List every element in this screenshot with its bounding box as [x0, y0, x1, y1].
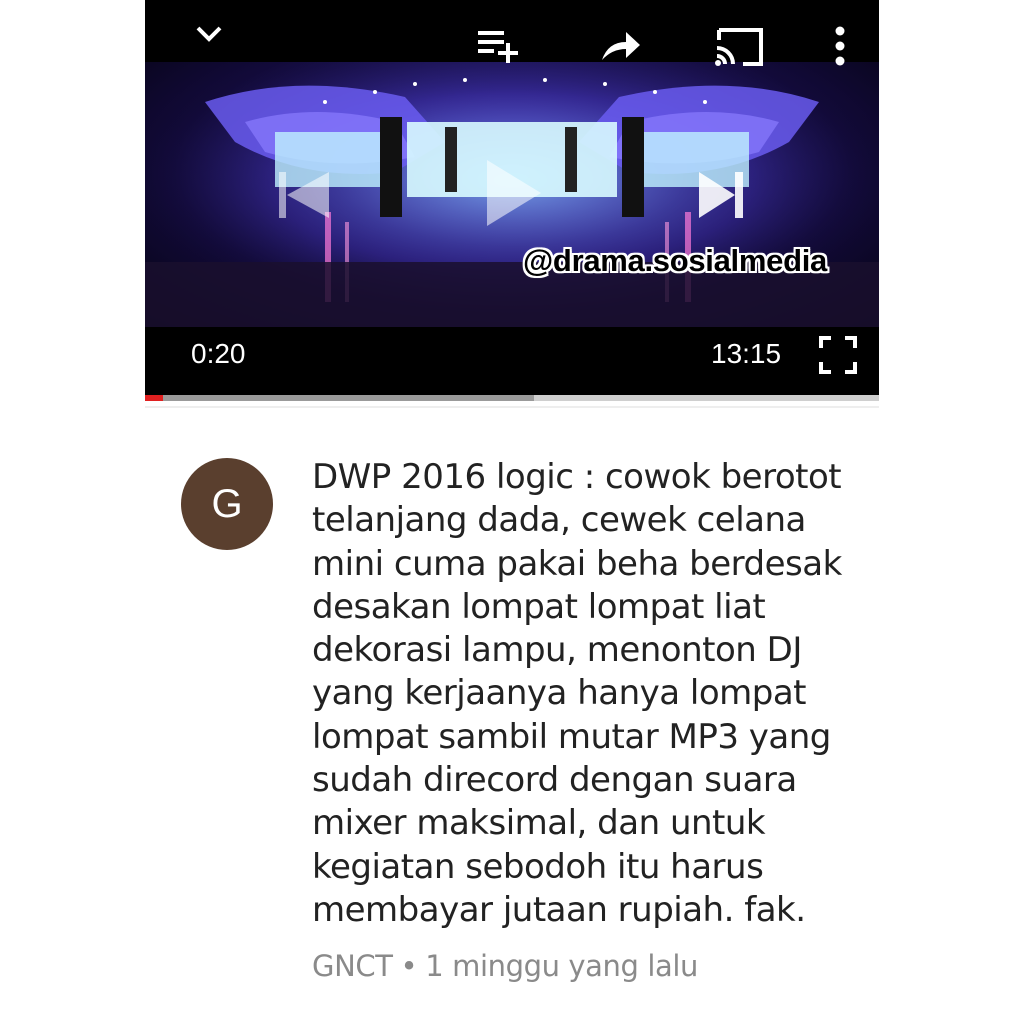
comment-line: lompat sambil mutar MP3 yang: [312, 716, 831, 757]
comment-author[interactable]: GNCT: [312, 949, 393, 983]
comment-line: sudah direcord dengan suara: [312, 760, 797, 801]
divider: [145, 406, 879, 408]
comment-line: mixer maksimal, dan untuk: [312, 803, 766, 844]
video-frame[interactable]: [145, 62, 879, 327]
meta-separator: •: [400, 949, 418, 983]
comment-text: DWP 2016 logic : cowok berotot telanjang…: [312, 456, 872, 932]
progress-played: [145, 395, 164, 401]
current-time: 0:20: [191, 338, 246, 369]
chevron-down-icon[interactable]: [195, 24, 223, 44]
skip-next-icon[interactable]: [697, 170, 747, 220]
avatar[interactable]: G: [181, 458, 273, 550]
fullscreen-icon[interactable]: [819, 336, 857, 374]
comment-line: dekorasi lampu, menonton DJ: [312, 630, 802, 671]
comment-timestamp: 1 minggu yang lalu: [425, 949, 699, 983]
comment-meta: GNCT • 1 minggu yang lalu: [312, 949, 698, 983]
screen: 0:20 13:15 G DWP 2016 logic : cowok bero…: [145, 0, 879, 1024]
comment-line: membayar jutaan rupiah. fak.: [312, 889, 806, 930]
player-top-bar: [145, 0, 879, 66]
cast-icon[interactable]: [713, 26, 767, 68]
watermark: @drama.sosialmedia: [523, 243, 827, 278]
comment-line: DWP 2016 logic : cowok berotot: [312, 457, 842, 497]
video-duration: 13:15: [711, 338, 782, 369]
progress-buffered: [145, 395, 535, 401]
comment-line: telanjang dada, cewek celana: [312, 500, 806, 541]
video-player[interactable]: 0:20 13:15: [145, 0, 879, 395]
play-icon[interactable]: [483, 158, 543, 228]
skip-previous-icon[interactable]: [273, 170, 333, 220]
comment-line: desakan lompat lompat liat: [312, 586, 766, 627]
comment-line: mini cuma pakai beha berdesak: [312, 543, 842, 584]
share-icon[interactable]: [600, 30, 642, 62]
more-vert-icon[interactable]: [834, 26, 846, 66]
progress-bar[interactable]: [145, 395, 879, 401]
playlist-add-icon[interactable]: [476, 29, 524, 63]
comment-line: yang kerjaanya hanya lompat: [312, 673, 807, 714]
comment-line: kegiatan sebodoh itu harus: [312, 846, 764, 887]
